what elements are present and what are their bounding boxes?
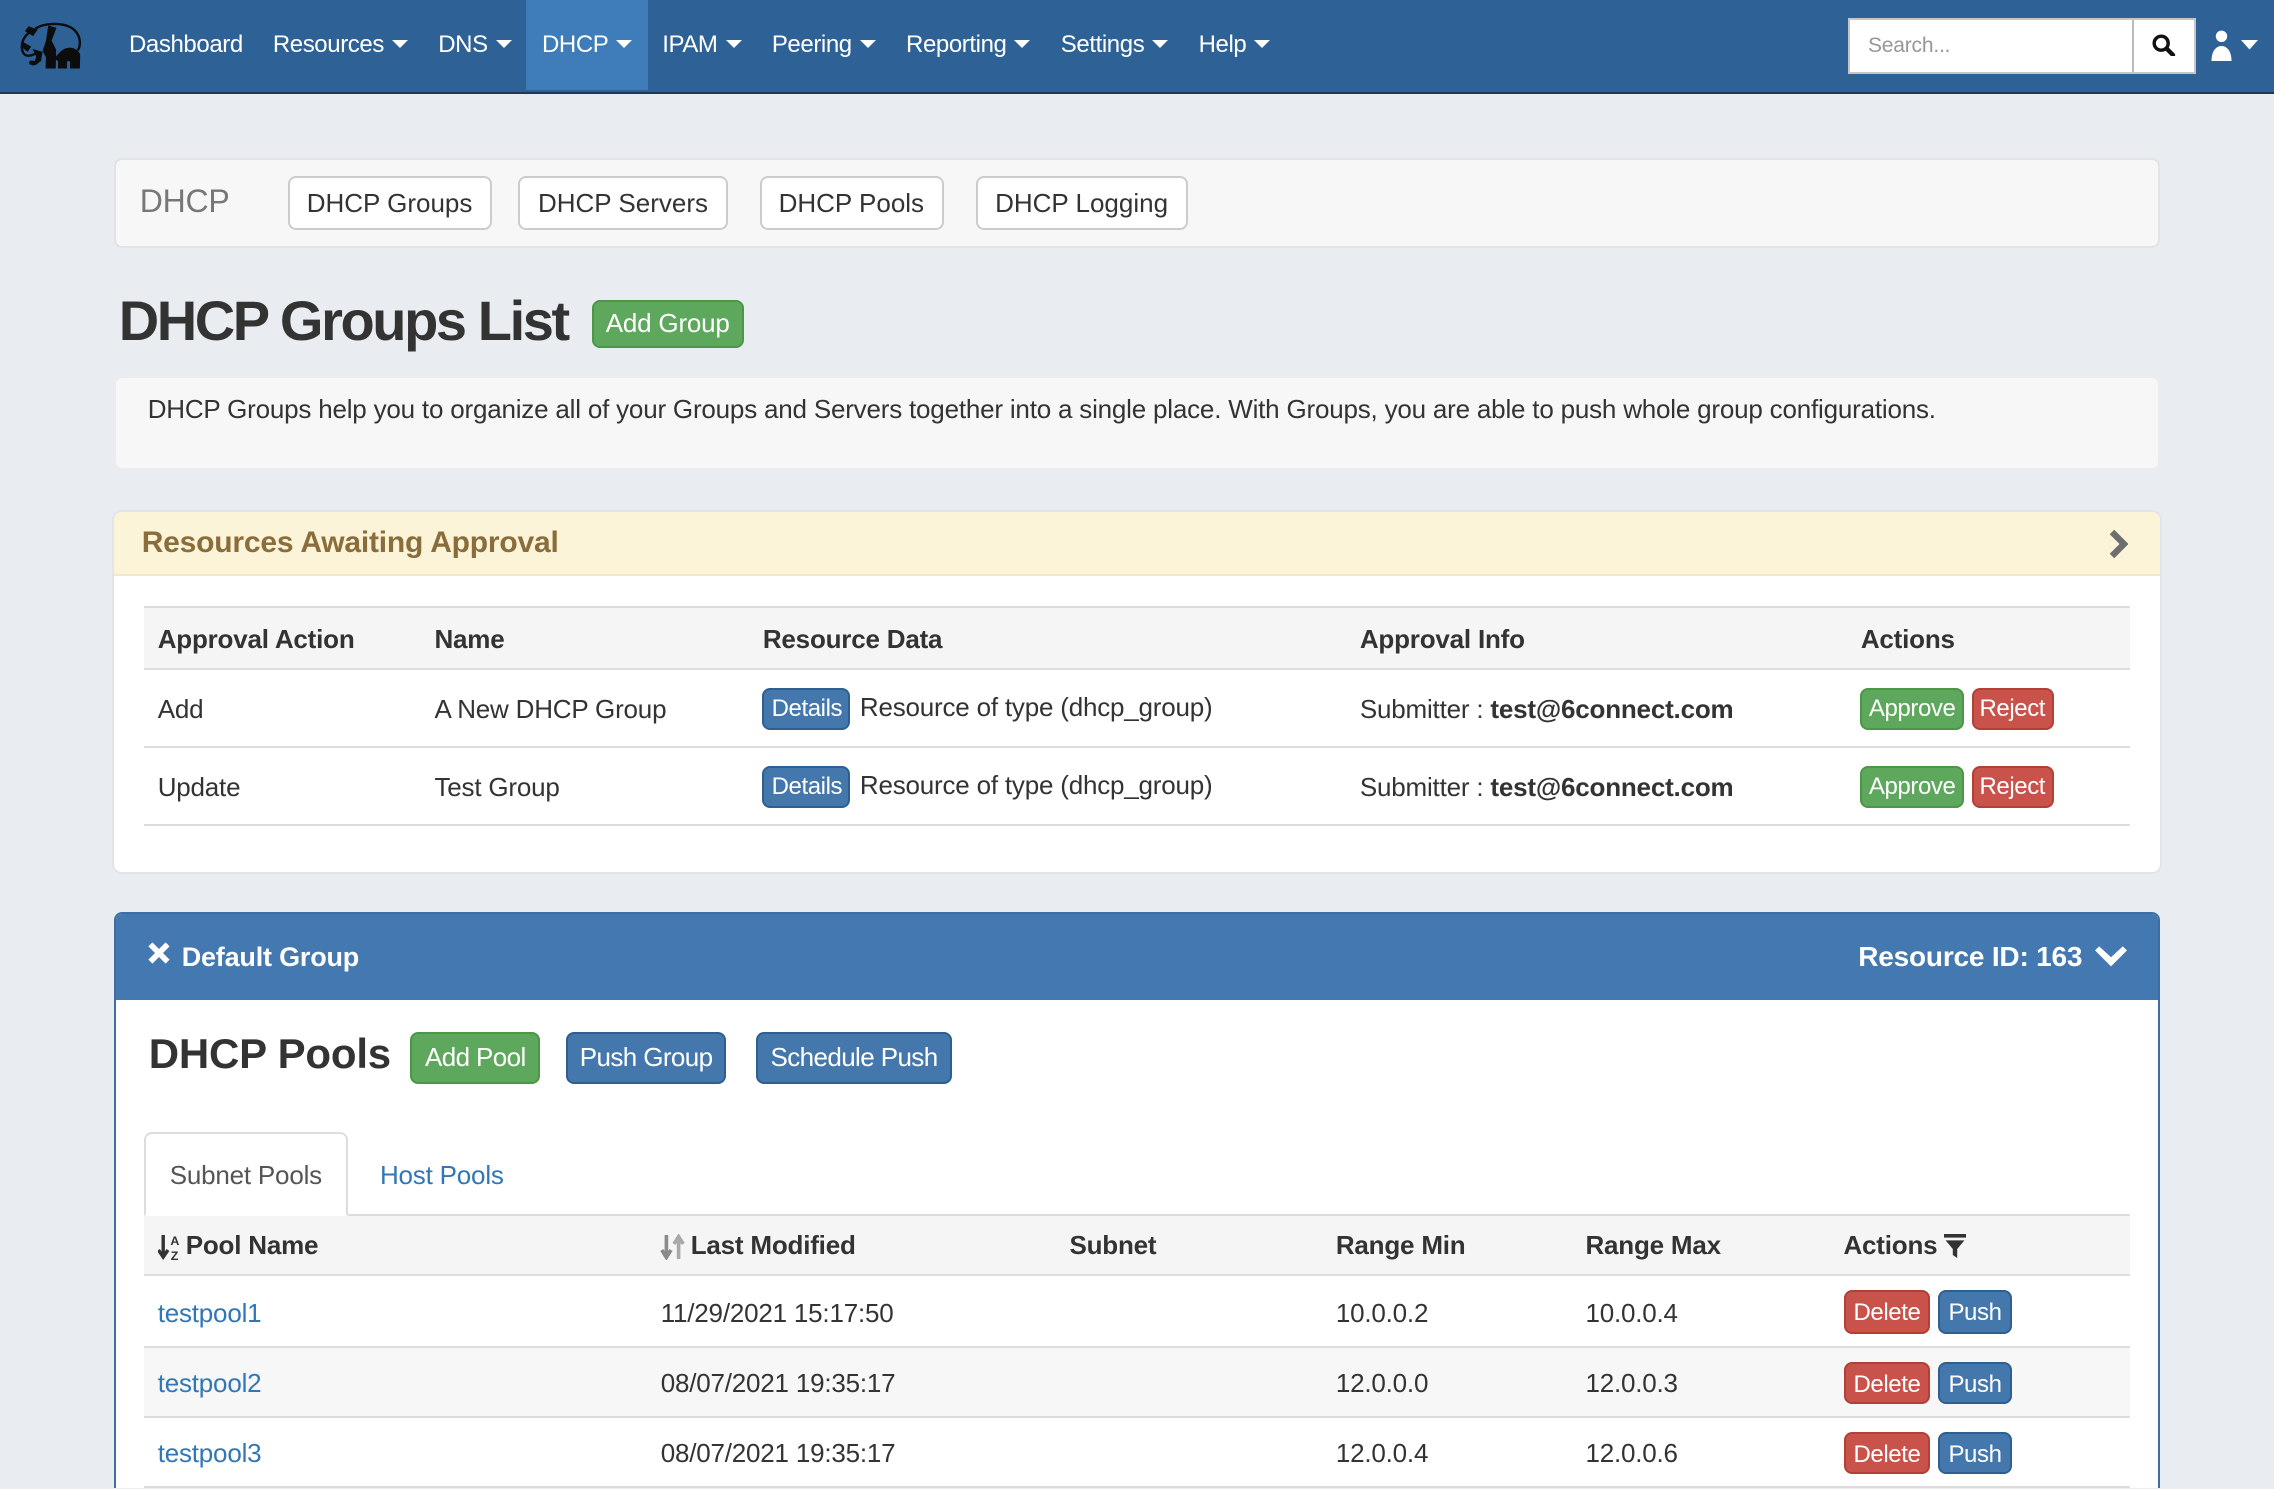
svg-text:Z: Z xyxy=(170,1249,178,1260)
svg-text:A: A xyxy=(170,1234,179,1248)
